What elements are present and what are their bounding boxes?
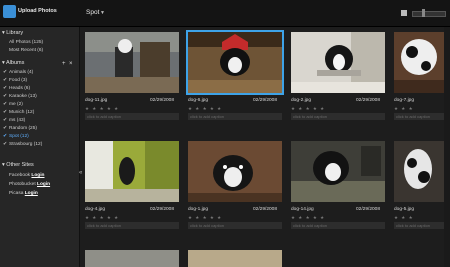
check-icon: ✔: [3, 142, 8, 147]
rating-stars[interactable]: ★ ★ ★: [394, 215, 414, 221]
sidebar-item-picasa: Picasa Login: [9, 191, 38, 196]
rating-stars[interactable]: ★ ★ ★ ★ ★: [85, 106, 119, 112]
sidebar-item-spot[interactable]: Spot (12): [9, 134, 29, 139]
photo-filename: dog-5.jpg: [394, 207, 415, 212]
photo-thumbnail[interactable]: [394, 141, 444, 202]
check-icon: ✔: [3, 94, 8, 99]
sidebar-item-most-recent[interactable]: Most Recent (6): [9, 48, 43, 53]
photo-dog-11: [85, 32, 179, 93]
caption-field[interactable]: click to add caption: [85, 113, 179, 120]
photo-date: 02/29/2008: [356, 207, 381, 212]
photo-dog-1: [188, 141, 282, 202]
library-heading[interactable]: ▾ Library: [2, 30, 23, 36]
site-name: Picasa: [9, 191, 24, 196]
sidebar-item-karaoke[interactable]: Karaoke (13): [9, 94, 37, 99]
photo-thumbnail[interactable]: [291, 141, 385, 202]
photo-filename: dog-11.jpg: [85, 98, 108, 103]
photo-filename: dog-2.jpg: [291, 98, 312, 103]
check-icon: ✔: [3, 118, 8, 123]
caption-field[interactable]: click to add caption: [85, 222, 179, 229]
rating-stars[interactable]: ★ ★ ★ ★ ★: [85, 215, 119, 221]
sidebar-item-heads[interactable]: Heads (6): [9, 86, 30, 91]
caption-field[interactable]: click to add caption: [394, 113, 444, 120]
upload-photos-button[interactable]: Upload Photos: [18, 8, 57, 14]
photo-dog-14: [291, 141, 385, 202]
photobucket-login-link[interactable]: Login: [37, 182, 50, 187]
photo-dog-2: [291, 32, 385, 93]
check-icon: ✔: [3, 70, 8, 75]
photo-thumbnail[interactable]: [291, 32, 385, 93]
check-icon: ✔: [3, 134, 8, 139]
rating-stars[interactable]: ★ ★ ★ ★ ★: [188, 106, 222, 112]
photo-date: 02/29/2008: [253, 98, 278, 103]
check-icon: ✔: [3, 86, 8, 91]
photo-date: 02/29/2008: [150, 207, 175, 212]
sidebar-item-ms[interactable]: ms (43): [9, 118, 25, 123]
caption-field[interactable]: click to add caption: [291, 113, 385, 120]
check-icon: ✔: [3, 102, 8, 107]
photo-dog-4: [85, 141, 179, 202]
top-toolbar: Upload Photos Spot ▼: [0, 0, 450, 27]
rating-stars[interactable]: ★ ★ ★ ★ ★: [291, 106, 325, 112]
chevron-down-icon[interactable]: ▼: [100, 10, 105, 16]
collapse-sidebar-icon[interactable]: «: [79, 170, 82, 176]
photo-filename: dog-1.jpg: [188, 207, 209, 212]
photo-thumbnail[interactable]: [85, 141, 179, 202]
caption-field[interactable]: click to add caption: [291, 222, 385, 229]
sidebar-item-me[interactable]: me (2): [9, 102, 23, 107]
check-icon: ✔: [3, 78, 8, 83]
caption-field[interactable]: click to add caption: [394, 222, 444, 229]
album-title[interactable]: Spot: [86, 9, 99, 16]
sidebar-item-photobucket: Photobucket Login: [9, 182, 50, 187]
photo-dog-5: [394, 141, 444, 202]
photo-thumbnail[interactable]: [85, 32, 179, 93]
rating-stars[interactable]: ★ ★ ★: [394, 106, 414, 112]
photo-filename: dog-4.jpg: [85, 207, 106, 212]
sidebar-item-animals[interactable]: Animals (4): [9, 70, 33, 75]
sidebar: ▾ Library All Photos (125) Most Recent (…: [0, 27, 80, 267]
photo-thumbnail[interactable]: [85, 250, 179, 267]
remove-album-button[interactable]: ×: [69, 61, 73, 67]
other-sites-heading[interactable]: ▾ Other Sites: [2, 162, 34, 168]
scrollbar[interactable]: [444, 27, 450, 267]
photo-thumbnail[interactable]: [188, 250, 282, 267]
albums-heading[interactable]: ▾ Albums: [2, 60, 24, 66]
photo-filename: dog-7.jpg: [394, 98, 415, 103]
facebook-login-link[interactable]: Login: [31, 173, 44, 178]
sidebar-item-food[interactable]: Food (3): [9, 78, 27, 83]
caption-field[interactable]: click to add caption: [188, 222, 282, 229]
photo-dog-7: [394, 32, 444, 93]
photo-date: 02/29/2008: [356, 98, 381, 103]
photo-thumbnail[interactable]: [186, 30, 284, 95]
site-name: Facebook: [9, 173, 31, 178]
photo-dog-6: [188, 32, 282, 93]
zoom-slider[interactable]: [412, 11, 446, 17]
picasa-login-link[interactable]: Login: [25, 191, 38, 196]
sidebar-item-random[interactable]: Random (25): [9, 126, 37, 131]
site-name: Photobucket: [9, 182, 36, 187]
photo-thumbnail[interactable]: [394, 32, 444, 93]
upload-icon[interactable]: [3, 5, 16, 18]
rating-stars[interactable]: ★ ★ ★ ★ ★: [291, 215, 325, 221]
photo-date: 02/29/2008: [150, 98, 175, 103]
sidebar-item-all-photos[interactable]: All Photos (125): [9, 40, 43, 45]
photo-partial: [85, 250, 179, 267]
sidebar-item-strasbourg[interactable]: Strasbourg (12): [9, 142, 42, 147]
rating-stars[interactable]: ★ ★ ★ ★ ★: [188, 215, 222, 221]
photo-filename: dog-6.jpg: [188, 98, 209, 103]
photo-thumbnail[interactable]: [188, 141, 282, 202]
caption-field[interactable]: click to add caption: [188, 113, 282, 120]
add-album-button[interactable]: +: [62, 61, 66, 67]
photo-filename: dog-14.jpg: [291, 207, 314, 212]
sidebar-item-facebook: Facebook Login: [9, 173, 44, 178]
check-icon: ✔: [3, 126, 8, 131]
photo-partial: [188, 250, 282, 267]
check-icon: ✔: [3, 110, 8, 115]
photo-date: 02/29/2008: [253, 207, 278, 212]
grid-view-icon[interactable]: [401, 10, 407, 16]
zoom-slider-handle[interactable]: [422, 9, 425, 17]
sidebar-item-munich[interactable]: Munich (12): [9, 110, 34, 115]
